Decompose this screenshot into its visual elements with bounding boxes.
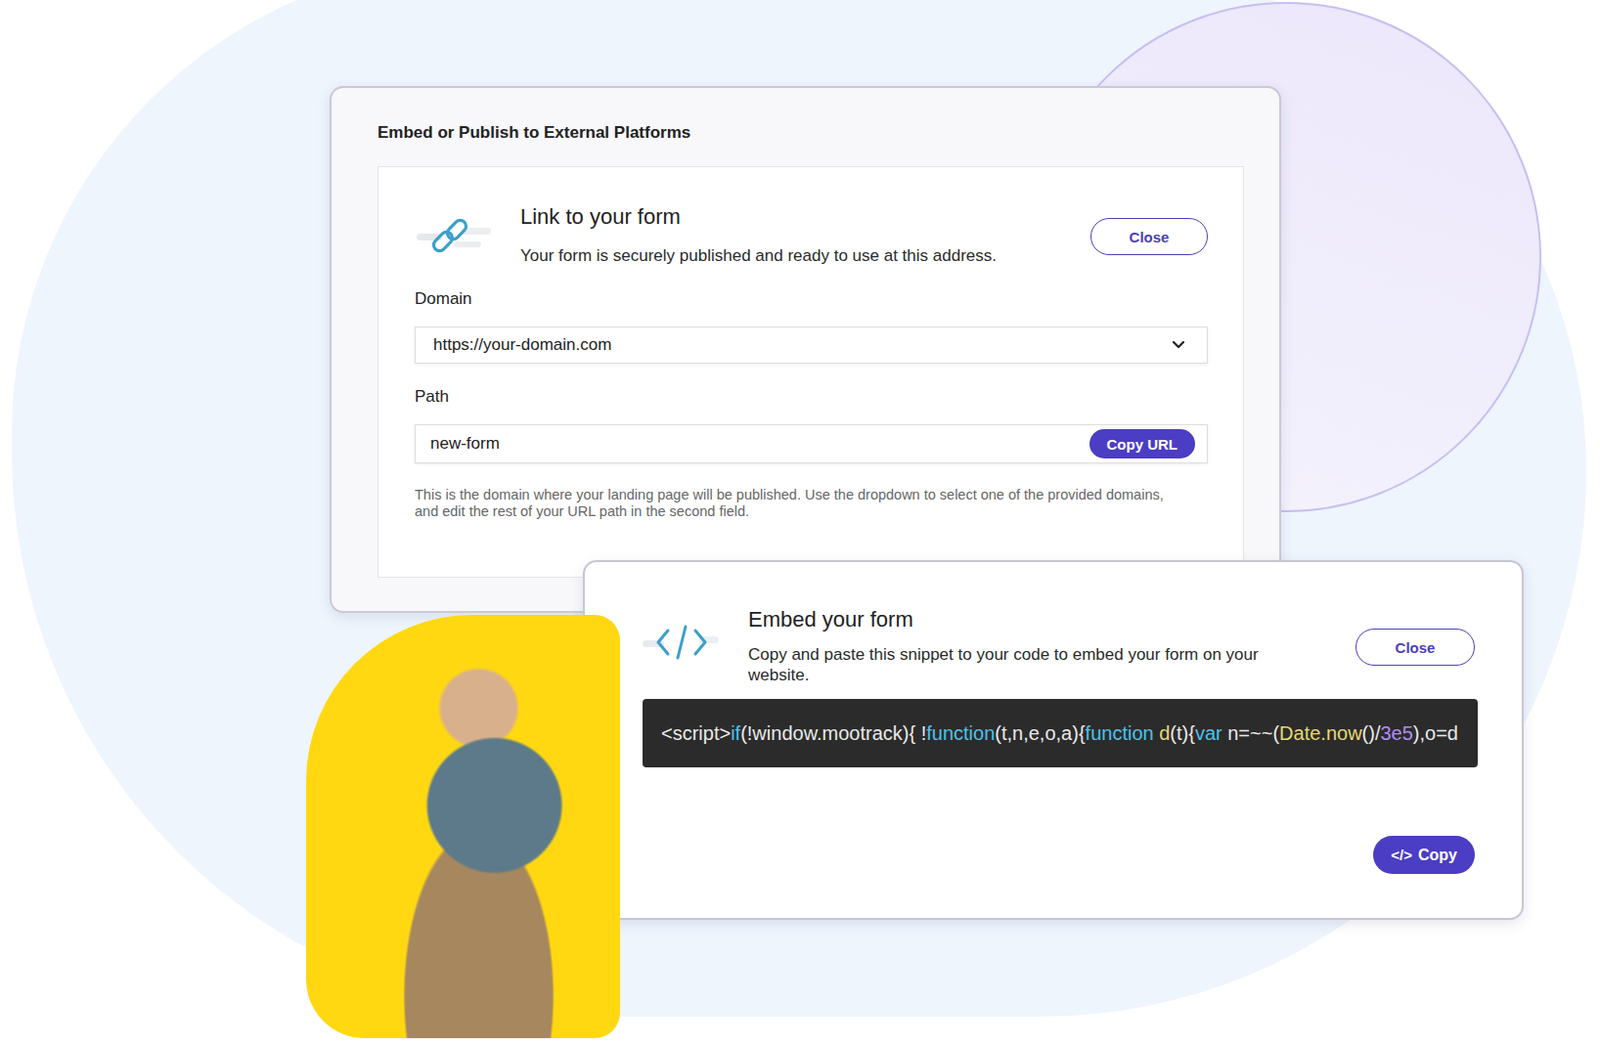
copy-url-button[interactable]: Copy URL	[1089, 429, 1197, 459]
code-snippet[interactable]: <script>if(!window.mootrack){ !function(…	[642, 699, 1478, 768]
link-icon	[414, 214, 493, 262]
embed-card-header: Embed your form Copy and paste this snipp…	[642, 605, 1475, 686]
embed-card-title: Embed your form	[748, 605, 1356, 635]
code-token: Date.now	[1279, 722, 1363, 746]
code-token: function	[1085, 722, 1155, 746]
code-token	[1154, 722, 1160, 746]
link-card-text: Link to your form Your form is securely p…	[520, 202, 1091, 267]
publish-panel-title: Embed or Publish to External Platforms	[377, 123, 1243, 143]
code-icon: </>	[1390, 846, 1413, 864]
code-token: ()/	[1362, 722, 1381, 746]
chevron-down-icon	[1171, 340, 1186, 351]
link-card-subtitle: Your form is securely published and read…	[520, 245, 1091, 267]
embed-card: Embed your form Copy and paste this snipp…	[582, 560, 1524, 921]
code-token: (t,n,e,o,a){	[994, 722, 1085, 746]
domain-value: https://your-domain.com	[433, 335, 612, 356]
code-token: if	[730, 722, 741, 746]
link-card-header: Link to your form Your form is securely p…	[414, 202, 1208, 267]
code-icon	[642, 617, 721, 668]
embed-card-text: Embed your form Copy and paste this snipp…	[748, 605, 1356, 686]
copy-label: Copy	[1418, 846, 1458, 865]
code-token: n=~~(	[1222, 722, 1280, 746]
close-button[interactable]: Close	[1355, 628, 1475, 667]
close-button[interactable]: Close	[1090, 218, 1208, 256]
domain-label: Domain	[414, 289, 1208, 310]
code-token: <script>	[661, 722, 731, 746]
link-card: Link to your form Your form is securely p…	[377, 166, 1245, 578]
code-token: function	[926, 722, 995, 746]
path-input[interactable]: new-form Copy URL	[414, 424, 1208, 464]
copy-row: </> Copy	[642, 836, 1475, 875]
code-token: ),o=d	[1413, 722, 1459, 746]
embed-card-subtitle: Copy and paste this snippet to your code…	[748, 644, 1296, 686]
link-card-title: Link to your form	[520, 202, 1091, 232]
page: Embed or Publish to External Platforms Li…	[0, 0, 1600, 1045]
code-token: (!window.mootrack){ !	[740, 722, 927, 746]
domain-select[interactable]: https://your-domain.com	[414, 326, 1208, 364]
code-token: d	[1158, 722, 1170, 746]
code-token: var	[1195, 722, 1223, 746]
code-token: 3e5	[1379, 722, 1413, 746]
copy-button[interactable]: </> Copy	[1373, 836, 1475, 875]
publish-panel: Embed or Publish to External Platforms Li…	[329, 86, 1282, 614]
path-label: Path	[414, 387, 1208, 407]
person-photo	[306, 615, 621, 1039]
code-token: (t){	[1169, 722, 1196, 746]
path-value: new-form	[430, 434, 500, 454]
domain-help-text: This is the domain where your landing pa…	[414, 487, 1188, 521]
